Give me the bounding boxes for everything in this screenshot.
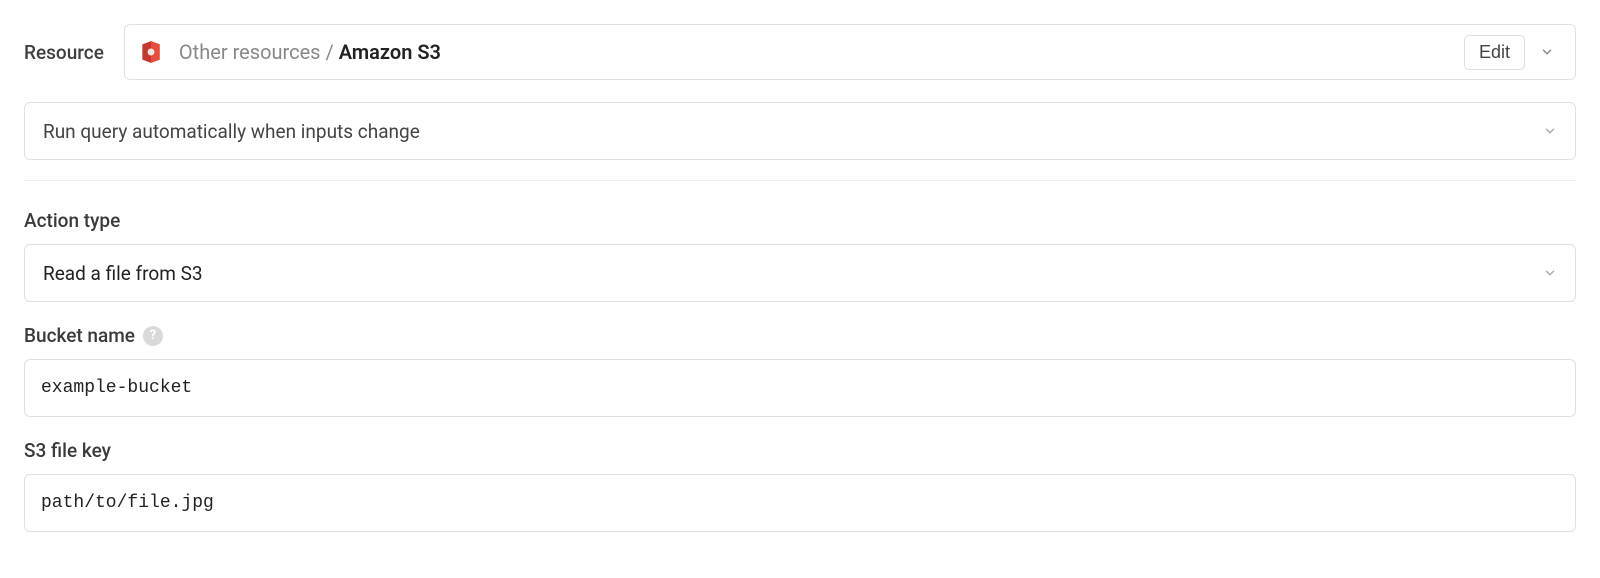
- edit-button[interactable]: Edit: [1464, 35, 1525, 70]
- s3-file-key-input[interactable]: [24, 474, 1576, 532]
- resource-separator: /: [321, 40, 339, 64]
- run-mode-value: Run query automatically when inputs chan…: [43, 120, 420, 143]
- resource-name: Amazon S3: [339, 40, 441, 64]
- action-type-label: Action type: [24, 209, 1576, 232]
- bucket-name-group: Bucket name ?: [24, 324, 1576, 417]
- chevron-down-icon: [1540, 45, 1554, 59]
- resource-row: Resource Other resources / Amazon S3 Edi…: [24, 24, 1576, 80]
- resource-dropdown-toggle[interactable]: [1531, 36, 1563, 68]
- action-type-group: Action type Read a file from S3: [24, 209, 1576, 302]
- bucket-name-label: Bucket name ?: [24, 324, 1576, 347]
- chevron-down-icon: [1543, 266, 1557, 280]
- s3-icon: [137, 38, 165, 66]
- resource-path: Other resources / Amazon S3: [179, 40, 1464, 64]
- run-mode-select[interactable]: Run query automatically when inputs chan…: [24, 102, 1576, 160]
- divider: [24, 180, 1576, 181]
- chevron-down-icon: [1543, 124, 1557, 138]
- help-icon[interactable]: ?: [143, 326, 163, 346]
- s3-file-key-label: S3 file key: [24, 439, 1576, 462]
- bucket-name-label-text: Bucket name: [24, 324, 135, 347]
- bucket-name-input[interactable]: [24, 359, 1576, 417]
- resource-label: Resource: [24, 41, 104, 64]
- s3-file-key-group: S3 file key: [24, 439, 1576, 532]
- action-type-value: Read a file from S3: [43, 262, 203, 285]
- action-type-select[interactable]: Read a file from S3: [24, 244, 1576, 302]
- resource-category: Other resources: [179, 40, 321, 64]
- resource-selector[interactable]: Other resources / Amazon S3 Edit: [124, 24, 1576, 80]
